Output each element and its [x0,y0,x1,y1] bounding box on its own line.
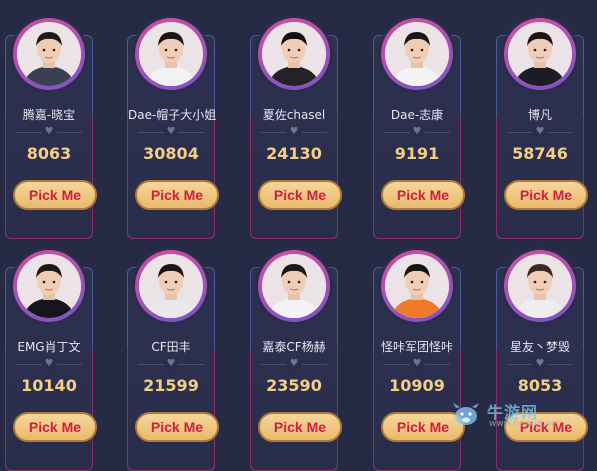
player-name: Dae-志康 [390,108,444,122]
player-name: 博凡 [527,108,552,122]
avatar [17,22,81,86]
player-photo-icon [139,22,203,86]
avatar-ring [381,18,453,90]
player-card: 博凡 ♥ 58746 Pick Me [496,18,588,240]
player-photo-icon [262,254,326,318]
player-card: 夏佐chasel ♥ 24130 Pick Me [250,18,342,240]
avatar-ring [135,18,207,90]
pick-me-button[interactable]: Pick Me [13,412,97,442]
player-name: 腾嘉-晓宝 [22,108,76,122]
vote-count: 9191 [394,144,440,163]
player-photo-icon [262,22,326,86]
heart-icon: ♥ [532,358,548,370]
avatar [17,254,81,318]
vote-count: 21599 [143,376,199,395]
avatar-ring [504,250,576,322]
avatar-ring [258,18,330,90]
player-photo-icon [385,254,449,318]
heart-icon: ♥ [409,358,425,370]
heart-icon: ♥ [286,358,302,370]
player-photo-icon [17,254,81,318]
player-card: CF田丰 ♥ 21599 Pick Me [127,250,219,471]
cow-logo-icon [453,403,479,425]
avatar [139,254,203,318]
player-photo-icon [508,22,572,86]
player-card: EMG肖丁文 ♥ 10140 Pick Me [5,250,97,471]
avatar [385,22,449,86]
player-photo-icon [139,254,203,318]
avatar [508,22,572,86]
pick-me-button[interactable]: Pick Me [135,412,219,442]
heart-icon: ♥ [286,126,302,138]
player-grid: 腾嘉-晓宝 ♥ 8063 Pick Me Dae-帽子大小姐 ♥ 30804 Pick Me 夏… [0,0,597,471]
avatar-ring [13,250,85,322]
pick-me-button[interactable]: Pick Me [258,412,342,442]
player-name: EMG肖丁文 [17,340,81,354]
vote-count: 8063 [26,144,72,163]
player-name: 星友丶梦毁 [509,340,570,354]
vote-count: 10140 [21,376,77,395]
vote-count: 8053 [517,376,563,395]
avatar-ring [258,250,330,322]
vote-count: 30804 [143,144,199,163]
pick-me-button[interactable]: Pick Me [13,180,97,210]
pick-me-button[interactable]: Pick Me [381,180,465,210]
vote-count: 23590 [266,376,322,395]
avatar [262,22,326,86]
player-card: 怪咔军团怪咔 ♥ 10909 Pick Me [373,250,465,471]
site-watermark: 牛游网 www.newyx.net [451,399,591,433]
pick-me-button[interactable]: Pick Me [504,180,588,210]
player-name: 夏佐chasel [262,108,326,122]
player-card: 星友丶梦毁 ♥ 8053 Pick Me [496,250,588,471]
player-photo-icon [17,22,81,86]
player-card: 嘉泰CF杨赫 ♥ 23590 Pick Me [250,250,342,471]
heart-icon: ♥ [163,358,179,370]
heart-icon: ♥ [163,126,179,138]
vote-count: 24130 [266,144,322,163]
avatar [385,254,449,318]
player-name: Dae-帽子大小姐 [128,108,217,122]
watermark-url: www.newyx.net [489,419,561,429]
player-name: 怪咔军团怪咔 [380,340,453,354]
player-card: Dae-帽子大小姐 ♥ 30804 Pick Me [127,18,219,240]
avatar-ring [135,250,207,322]
avatar-ring [504,18,576,90]
player-photo-icon [385,22,449,86]
heart-icon: ♥ [41,126,57,138]
avatar [508,254,572,318]
avatar-ring [381,250,453,322]
pick-me-button[interactable]: Pick Me [135,180,219,210]
avatar [262,254,326,318]
heart-icon: ♥ [532,126,548,138]
player-name: CF田丰 [151,340,191,354]
player-photo-icon [508,254,572,318]
heart-icon: ♥ [409,126,425,138]
avatar-ring [13,18,85,90]
player-card: Dae-志康 ♥ 9191 Pick Me [373,18,465,240]
avatar [139,22,203,86]
vote-count: 10909 [389,376,445,395]
player-card: 腾嘉-晓宝 ♥ 8063 Pick Me [5,18,97,240]
vote-count: 58746 [512,144,568,163]
player-name: 嘉泰CF杨赫 [262,340,326,354]
heart-icon: ♥ [41,358,57,370]
pick-me-button[interactable]: Pick Me [258,180,342,210]
